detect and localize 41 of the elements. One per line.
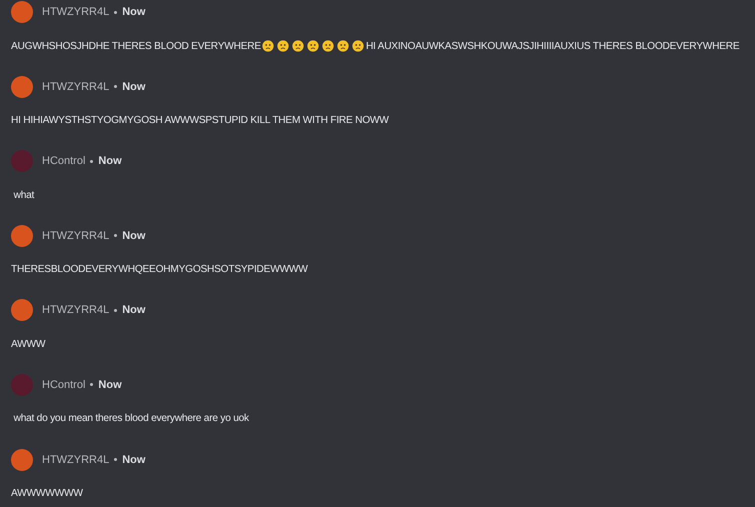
timestamp: Now xyxy=(98,155,122,168)
message-text: AWWW xyxy=(11,338,46,350)
username[interactable]: HTWZYRR4L xyxy=(42,6,110,18)
message-text: AWWWWWWW xyxy=(11,488,83,500)
separator-dot xyxy=(114,85,118,88)
sad-face-icon xyxy=(307,40,320,52)
separator-dot xyxy=(114,234,118,238)
message-text: what xyxy=(12,190,34,201)
separator-dot xyxy=(114,10,118,14)
separator-dot xyxy=(114,308,118,312)
sad-face-icon xyxy=(292,40,304,52)
separator-dot xyxy=(114,458,118,462)
message-text: THERESBLOODEVERYWHQEEOHMYGOSHSOTSYPIDEWWWW xyxy=(11,264,308,276)
sad-face-icon xyxy=(262,40,274,52)
timestamp: Now xyxy=(122,304,146,316)
username[interactable]: HTWZYRR4L xyxy=(42,454,110,466)
avatar[interactable] xyxy=(11,76,33,98)
timestamp: Now xyxy=(122,230,146,242)
message-text: AUGWHSHOSJHDHE THERES BLOOD EVERYWHERE xyxy=(11,40,261,52)
message-text: what do you mean theres blood everywhere are yo uok xyxy=(12,413,249,424)
username[interactable]: HTWZYRR4L xyxy=(42,304,110,316)
timestamp: Now xyxy=(122,80,146,93)
username[interactable]: HControl xyxy=(42,155,86,168)
avatar[interactable] xyxy=(11,448,33,471)
timestamp: Now xyxy=(98,378,122,391)
sad-face-icon xyxy=(337,40,350,52)
avatar[interactable] xyxy=(11,299,33,322)
username[interactable]: HTWZYRR4L xyxy=(42,80,110,93)
message-text: HI AUXINOAUWKASWSHKOUWAJSJIHIIIIAUXIUS THERES BLOODEVERYWHERE xyxy=(366,40,740,52)
avatar[interactable] xyxy=(11,1,33,23)
username[interactable]: HControl xyxy=(42,378,86,391)
separator-dot xyxy=(90,383,94,386)
sad-face-icon xyxy=(322,40,334,52)
avatar[interactable] xyxy=(11,224,33,247)
sad-face-icon xyxy=(352,40,364,52)
username[interactable]: HTWZYRR4L xyxy=(42,230,110,242)
timestamp: Now xyxy=(122,6,146,18)
timestamp: Now xyxy=(122,454,146,466)
separator-dot xyxy=(90,160,94,163)
message-text: HI HIHIAWYSTHSTYOGMYGOSH AWWWSPSTUPID KILL THEM WITH FIRE NOWW xyxy=(11,115,389,126)
sad-face-icon xyxy=(277,40,290,52)
